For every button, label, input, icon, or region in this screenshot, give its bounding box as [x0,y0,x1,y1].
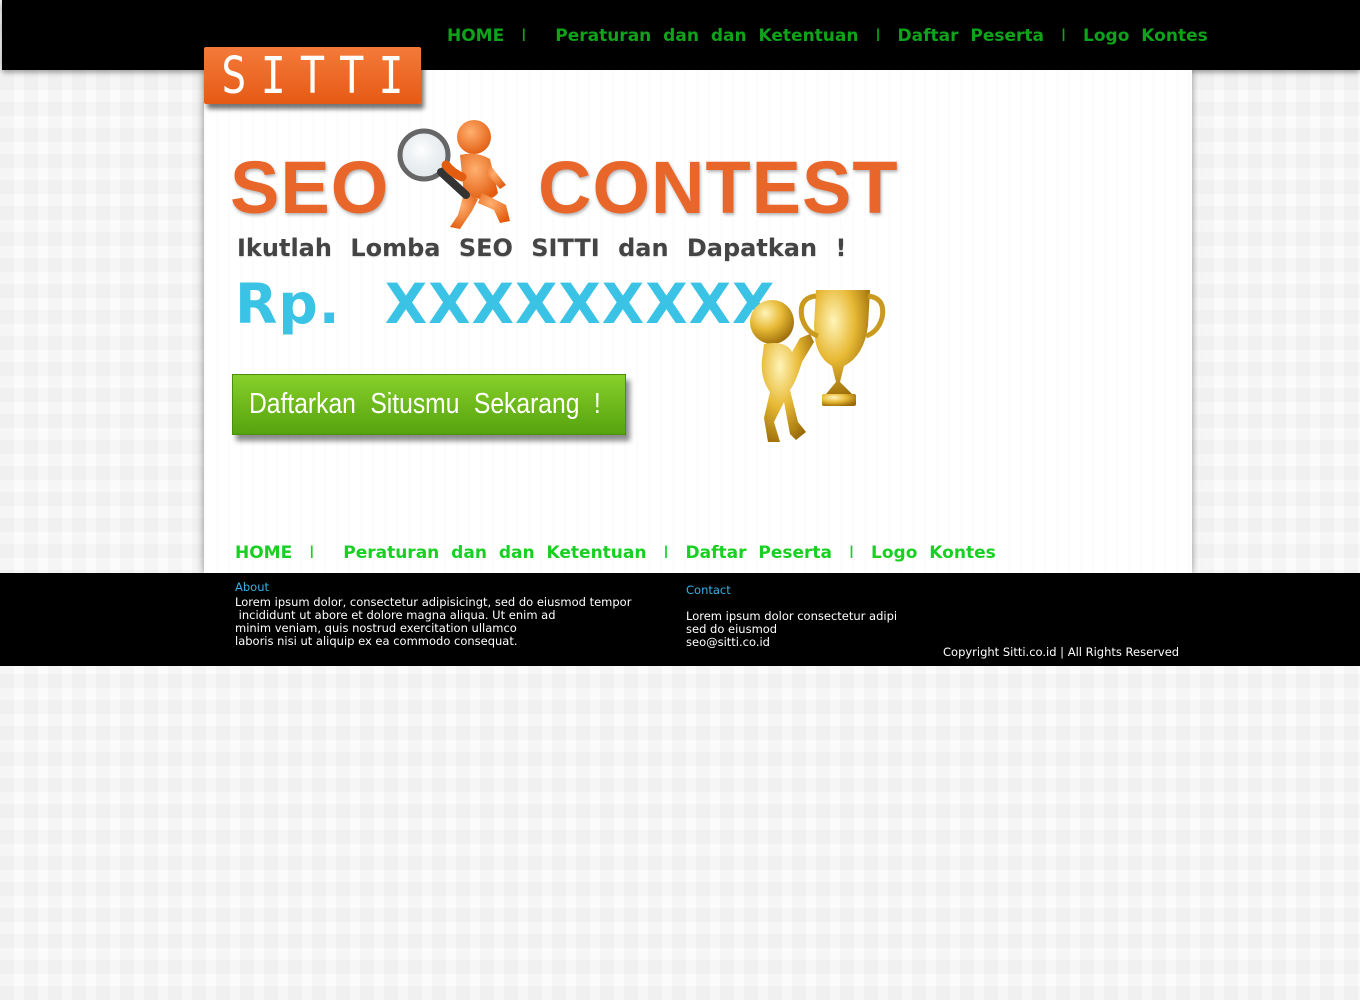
nav-logo-contest[interactable]: Logo Kontes [871,543,996,563]
nav-home[interactable]: HOME [447,26,504,46]
copyright: Copyright Sitti.co.id | All Rights Reser… [943,645,1180,659]
nav-separator: I [521,26,527,46]
register-button-label: Daftarkan Situsmu Sekarang ! [249,388,601,420]
nav-participants[interactable]: Daftar Peserta [898,26,1045,46]
magnifier-figure-icon [397,120,510,229]
nav-separator: I [849,543,855,563]
nav-participants[interactable]: Daftar Peserta [686,543,833,563]
nav-rules[interactable]: Peraturan dan dan Ketentuan [555,26,858,46]
nav-separator: I [309,543,315,563]
trophy-figure-icon [750,290,886,442]
logo-text: SITTI [221,46,418,105]
about-heading: About [235,580,270,594]
footer: About Lorem ipsum dolor, consectetur adi… [0,573,1360,666]
register-site-button[interactable]: Daftarkan Situsmu Sekarang ! [232,374,626,435]
contact-text: Lorem ipsum dolor consectetur adipi sed … [686,609,898,649]
sitti-logo[interactable]: SITTI [204,46,421,105]
title-seo: SEO [230,146,390,229]
nav-rules[interactable]: Peraturan dan dan Ketentuan [343,543,646,563]
bottom-nav: HOME I Peraturan dan dan Ketentuan I Daf… [235,543,996,563]
about-text: Lorem ipsum dolor, consectetur adipisici… [235,595,632,648]
nav-separator: I [875,26,881,46]
nav-logo-contest[interactable]: Logo Kontes [1083,26,1208,46]
top-nav: HOME I Peraturan dan dan Ketentuan I Daf… [447,26,1208,46]
prize-amount: Rp. XXXXXXXXX [235,272,776,336]
nav-separator: I [663,543,669,563]
title-contest: CONTEST [538,146,899,229]
nav-home[interactable]: HOME [235,543,292,563]
tagline: Ikutlah Lomba SEO SITTI dan Dapatkan ! [237,234,847,262]
contact-heading: Contact [686,583,731,597]
nav-separator: I [1061,26,1067,46]
